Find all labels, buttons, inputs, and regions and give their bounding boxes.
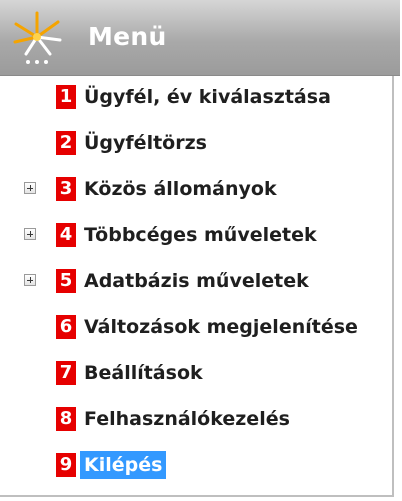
menu-item-number: 1 xyxy=(56,85,76,109)
menu-item-label[interactable]: Közös állományok xyxy=(84,175,277,203)
menu-item-number: 8 xyxy=(56,407,76,431)
menu-header: Menü xyxy=(0,0,400,76)
menu-item-6[interactable]: 6 Változások megjelenítése xyxy=(0,306,392,350)
menu-item-4[interactable]: 4 Többcéges műveletek xyxy=(0,214,392,258)
expand-plus-icon[interactable] xyxy=(24,274,36,286)
expand-plus-icon[interactable] xyxy=(24,182,36,194)
menu-item-number: 2 xyxy=(56,131,76,155)
menu-item-label[interactable]: Ügyfél, év kiválasztása xyxy=(84,83,331,111)
menu-item-1[interactable]: 1 Ügyfél, év kiválasztása xyxy=(0,76,392,120)
menu-title: Menü xyxy=(88,22,167,51)
menu-item-label[interactable]: Változások megjelenítése xyxy=(84,313,358,341)
sparkle-icon xyxy=(13,11,62,64)
menu-item-number: 6 xyxy=(56,315,76,339)
menu-item-number: 4 xyxy=(56,223,76,247)
menu-item-number: 3 xyxy=(56,177,76,201)
menu-item-label-selected[interactable]: Kilépés xyxy=(80,451,167,479)
menu-item-8[interactable]: 8 Felhasználókezelés xyxy=(0,398,392,442)
menu-item-label[interactable]: Felhasználókezelés xyxy=(84,405,290,433)
menu-item-label[interactable]: Beállítások xyxy=(84,359,203,387)
menu-item-3[interactable]: 3 Közös állományok xyxy=(0,168,392,212)
menu-item-label[interactable]: Ügyféltörzs xyxy=(84,129,207,157)
menu-item-label[interactable]: Többcéges műveletek xyxy=(84,221,317,249)
menu-item-2[interactable]: 2 Ügyféltörzs xyxy=(0,122,392,166)
expand-plus-icon[interactable] xyxy=(24,228,36,240)
menu-item-7[interactable]: 7 Beállítások xyxy=(0,352,392,396)
menu-item-number: 5 xyxy=(56,269,76,293)
menu-panel: Menü 1 Ügyfél, év kiválasztása 2 Ügyfélt… xyxy=(0,0,400,497)
menu-item-label[interactable]: Adatbázis műveletek xyxy=(84,267,309,295)
menu-item-number: 9 xyxy=(56,453,76,477)
menu-item-number: 7 xyxy=(56,361,76,385)
menu-item-5[interactable]: 5 Adatbázis műveletek xyxy=(0,260,392,304)
menu-item-9[interactable]: 9 Kilépés xyxy=(0,444,392,488)
